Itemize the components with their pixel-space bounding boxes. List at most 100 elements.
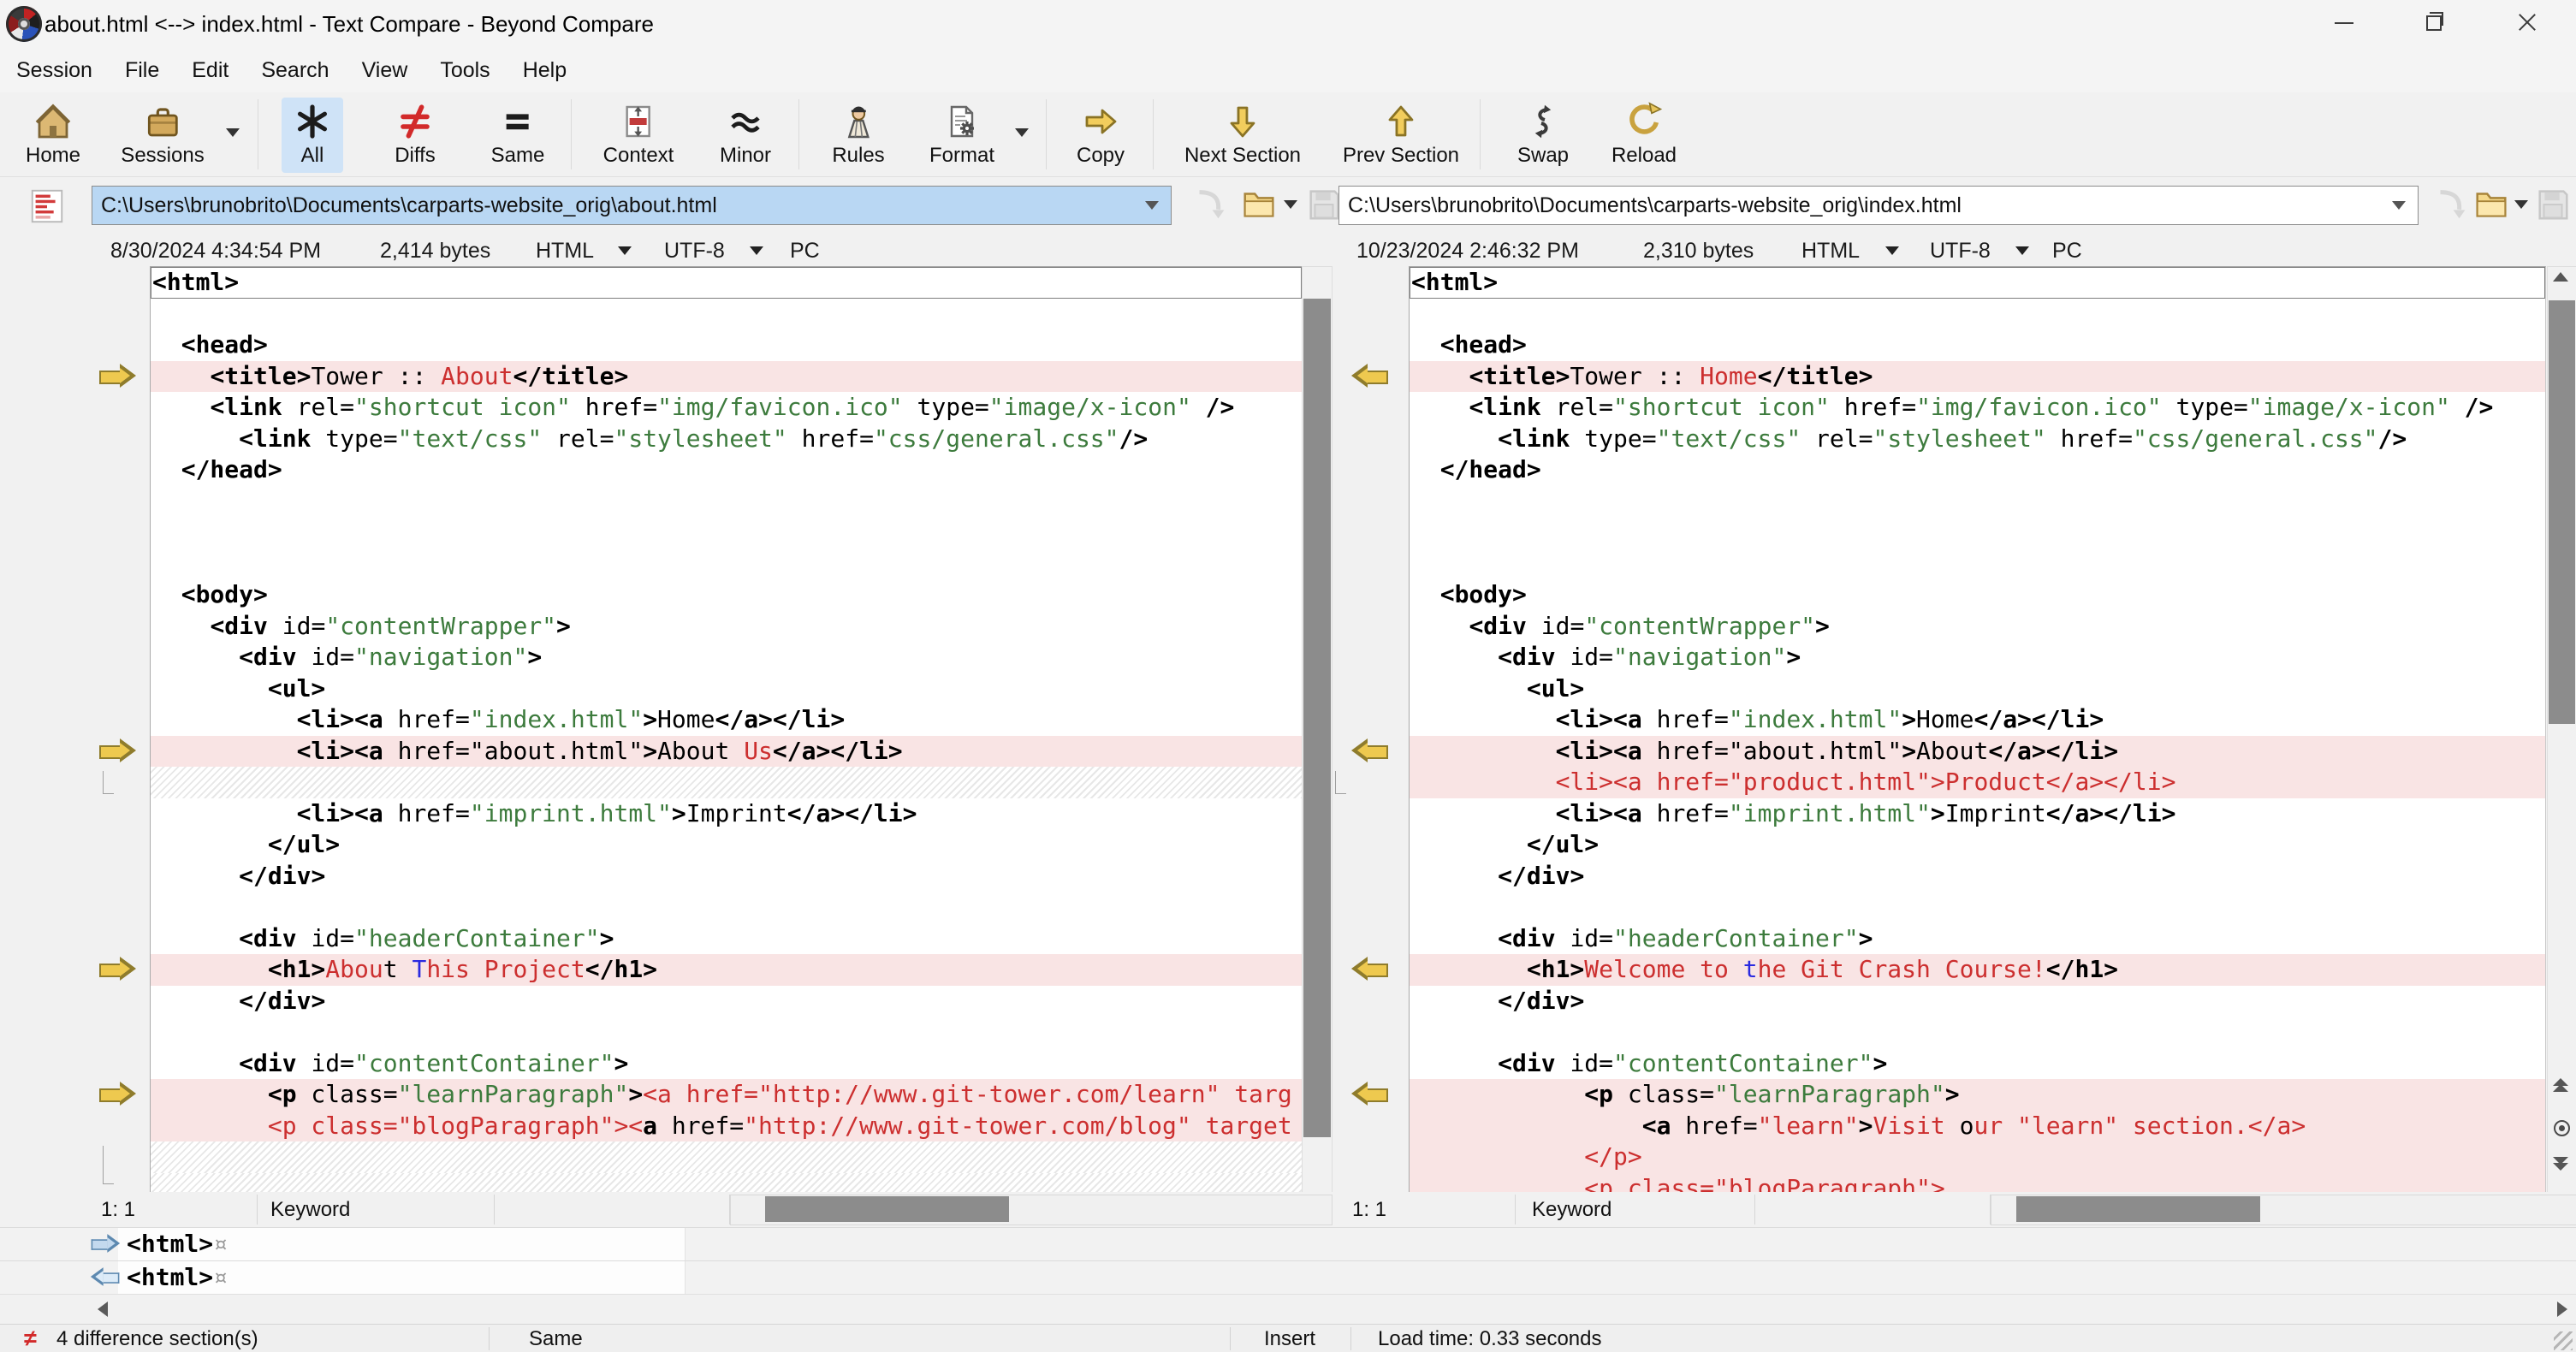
scroll-right-icon[interactable]	[2557, 1302, 2567, 1317]
scrollbar-thumb[interactable]	[2549, 300, 2575, 724]
code-line: <div id="navigation">	[1498, 643, 1801, 671]
code-line: <div id="contentContainer">	[1498, 1048, 1888, 1077]
right-horizontal-scrollbar[interactable]	[1991, 1195, 2576, 1225]
left-encoding-select[interactable]: UTF-8	[664, 236, 725, 265]
toolbar-button-next-section[interactable]: Next Section	[1174, 98, 1311, 173]
right-encoding-select[interactable]: UTF-8	[1930, 236, 1991, 265]
toolbar-button-label: Minor	[719, 144, 772, 167]
toolbar-button-format[interactable]: Format	[919, 98, 1005, 173]
equal-icon	[506, 114, 529, 130]
menu-item-edit[interactable]: Edit	[175, 48, 245, 92]
chevron-down-icon[interactable]	[2392, 201, 2406, 210]
code-line: <head>	[181, 330, 268, 359]
copy-section-arrow[interactable]	[98, 738, 137, 762]
toolbar-button-label: Same	[490, 144, 545, 167]
text-compare-session-icon	[27, 187, 67, 226]
scrollbar-thumb[interactable]	[2016, 1196, 2260, 1222]
code-line: </p>	[1410, 1141, 2545, 1173]
next-diff-icon[interactable]	[2553, 1157, 2568, 1171]
code-line: <li><a href="index.html">Home</a></li>	[1555, 705, 2104, 733]
copy-section-arrow[interactable]	[1350, 738, 1390, 762]
code-line: <ul>	[267, 673, 326, 703]
code-line: <html>	[1410, 267, 2545, 299]
scroll-left-icon[interactable]	[98, 1302, 108, 1317]
scrollbar-thumb[interactable]	[1303, 299, 1331, 1137]
left-browse-folder-button[interactable]	[1239, 185, 1279, 224]
copy-section-arrow[interactable]	[1350, 957, 1390, 981]
arrow-left-icon	[90, 1267, 121, 1286]
toolbar-button-minor[interactable]: Minor	[709, 98, 781, 173]
toolbar-button-diffs[interactable]: Diffs	[384, 98, 446, 173]
code-line: <p class="learnParagraph">	[1410, 1079, 2545, 1111]
toolbar-button-home[interactable]: Home	[15, 98, 91, 173]
diff-detail-row: <html>¤	[0, 1260, 2576, 1294]
toolbar-button-context[interactable]: Context	[593, 98, 685, 173]
scrollbar-thumb[interactable]	[765, 1196, 1009, 1222]
copy-section-arrow[interactable]	[98, 363, 137, 388]
toolbar-button-sessions[interactable]: Sessions	[110, 98, 214, 173]
left-format-select[interactable]: HTML	[536, 236, 594, 265]
toolbar-separator	[571, 99, 572, 169]
editor-status-row: 1: 1 Keyword 1: 1 Keyword	[0, 1192, 2576, 1228]
menu-item-session[interactable]: Session	[0, 48, 109, 92]
menu-item-tools[interactable]: Tools	[424, 48, 506, 92]
close-button[interactable]	[2497, 0, 2555, 39]
code-line: <li><a href="imprint.html">Imprint</a></…	[1555, 798, 2176, 827]
chevron-down-icon[interactable]	[618, 246, 632, 255]
toolbar-button-reload[interactable]: Reload	[1601, 98, 1687, 173]
code-line: <li><a href="about.html">About</a></li>	[1410, 735, 2545, 767]
right-file-path-input[interactable]: C:\Users\brunobrito\Documents\carparts-w…	[1338, 186, 2419, 225]
menu-item-search[interactable]: Search	[245, 48, 345, 92]
right-file-path-text: C:\Users\brunobrito\Documents\carparts-w…	[1348, 193, 1962, 217]
left-horizontal-scrollbar[interactable]	[730, 1195, 1333, 1225]
copy-section-arrow[interactable]	[1350, 1082, 1390, 1106]
chevron-down-icon[interactable]	[1885, 246, 1899, 255]
code-line: <h1>About This Project</h1>	[151, 954, 1302, 986]
menu-item-help[interactable]: Help	[507, 48, 583, 92]
chevron-down-icon[interactable]	[750, 246, 763, 255]
minimize-button[interactable]	[2314, 0, 2372, 39]
code-line: <li><a href="product.html">Product</a></…	[1410, 767, 2545, 798]
copy-section-arrow[interactable]	[98, 1082, 137, 1106]
left-folder-dropdown-icon[interactable]	[1284, 200, 1297, 209]
menu-item-file[interactable]: File	[109, 48, 175, 92]
code-line: <link type="text/css" rel="stylesheet" h…	[239, 424, 1149, 453]
center-diff-icon[interactable]	[2554, 1120, 2570, 1136]
right-folder-dropdown-icon[interactable]	[2514, 200, 2528, 209]
right-format-select[interactable]: HTML	[1801, 236, 1860, 265]
toolbar-button-same[interactable]: Same	[481, 98, 555, 173]
scroll-up-icon[interactable]	[2553, 272, 2568, 282]
toolbar-button-copy[interactable]: Copy	[1066, 98, 1135, 173]
menu-item-view[interactable]: View	[346, 48, 424, 92]
left-vertical-scrollbar[interactable]	[1302, 266, 1333, 1193]
toolbar-button-all[interactable]: All	[282, 98, 343, 173]
right-file-modified: 10/23/2024 2:46:32 PM	[1356, 239, 1579, 263]
copy-section-arrow[interactable]	[1350, 363, 1390, 388]
alignment-gap	[151, 767, 1302, 798]
toolbar-button-prev-section[interactable]: Prev Section	[1333, 98, 1469, 173]
dropdown-chevron-icon[interactable]	[1015, 128, 1029, 137]
prev-diff-icon[interactable]	[2553, 1078, 2568, 1092]
code-line: </ul>	[1526, 830, 1600, 858]
toolbar-button-rules[interactable]: Rules	[822, 98, 894, 173]
code-line: <p class="learnParagraph"><a href="http:…	[151, 1079, 1302, 1111]
left-file-path-input[interactable]: C:\Users\brunobrito\Documents\carparts-w…	[92, 186, 1172, 225]
code-line: <link type="text/css" rel="stylesheet" h…	[1498, 424, 2407, 453]
toolbar-button-label: Diffs	[395, 144, 436, 167]
detail-horizontal-scrollbar[interactable]	[0, 1294, 2576, 1324]
left-code-editor[interactable]: <html> <head> <title>Tower :: About</tit…	[150, 266, 1302, 1192]
chevron-down-icon[interactable]	[1145, 201, 1159, 210]
right-code-editor[interactable]: <html> <head> <title>Tower :: Home</titl…	[1409, 266, 2546, 1192]
toolbar-button-swap[interactable]: Swap	[1507, 98, 1579, 173]
chevron-down-icon[interactable]	[2015, 246, 2029, 255]
right-browse-folder-button[interactable]	[2472, 185, 2511, 224]
resize-grip[interactable]	[2554, 1331, 2573, 1350]
insert-mode-indicator: Insert	[1264, 1327, 1316, 1350]
right-vertical-scrollbar[interactable]	[2547, 266, 2576, 1193]
copy-section-arrow[interactable]	[98, 957, 137, 981]
restore-button[interactable]	[2404, 0, 2462, 39]
dropdown-chevron-icon[interactable]	[226, 128, 240, 137]
